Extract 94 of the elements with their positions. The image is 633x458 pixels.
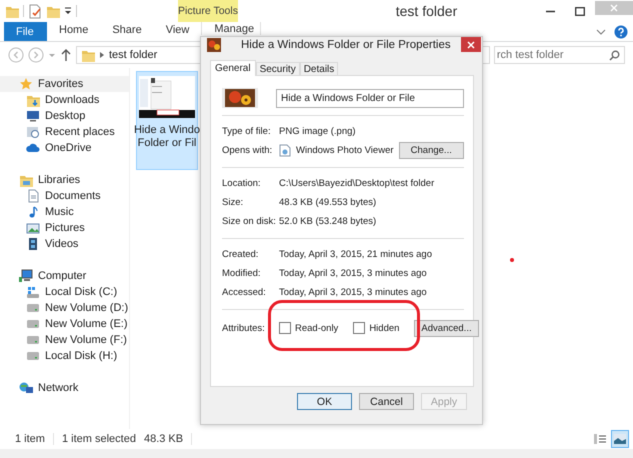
nav-item[interactable]: Pictures: [0, 220, 129, 236]
property-label: Accessed:: [222, 287, 267, 298]
property-label: Size on disk:: [222, 216, 277, 228]
property-label: Size:: [222, 197, 244, 208]
dialog-tab[interactable]: Security: [256, 62, 300, 76]
document-icon: [26, 189, 40, 203]
nav-item[interactable]: New Volume (F:): [0, 332, 129, 348]
properties-icon[interactable]: [28, 4, 42, 18]
nav-item[interactable]: Documents: [0, 188, 129, 204]
property-label: Modified:: [222, 268, 262, 280]
search-field[interactable]: rch test folder: [494, 46, 625, 64]
app-icon: [279, 144, 291, 158]
computer-icon: [19, 269, 33, 283]
chevron-icon[interactable]: [596, 28, 606, 36]
property-value: Windows Photo Viewer: [296, 145, 394, 156]
item-count: 1 item: [15, 433, 45, 445]
property-value: Today, April 3, 2015, 3 minutes ago: [279, 287, 428, 298]
selection-info: 1 item selected: [62, 433, 136, 445]
film-icon: [26, 237, 40, 251]
help-icon[interactable]: [614, 24, 628, 38]
property-label: Opens with:: [222, 145, 274, 156]
caret-icon[interactable]: [64, 6, 72, 16]
property-label: Type of file:: [222, 126, 272, 138]
file-name: Folder or Fil: [136, 137, 198, 150]
nav-item[interactable]: Network: [0, 380, 129, 396]
file-name-field[interactable]: Hide a Windows Folder or File: [276, 88, 464, 108]
dialog-button[interactable]: OK: [297, 393, 352, 410]
dialog-button[interactable]: Cancel: [359, 393, 414, 410]
drive-icon: [26, 333, 40, 347]
ribbon-tab[interactable]: File: [4, 22, 47, 41]
property-label: Attributes:: [222, 322, 266, 334]
dialog-title: Hide a Windows Folder or File Properties: [241, 38, 451, 51]
maximize-icon[interactable]: [575, 6, 585, 16]
monitor-icon: [26, 109, 40, 123]
drive-icon: [26, 301, 40, 315]
ribbon-tab[interactable]: Home: [47, 22, 100, 41]
property-value: PNG image (.png): [279, 126, 357, 138]
property-value: 48.3 KB (49.553 bytes): [279, 197, 378, 208]
nav-item[interactable]: Music: [0, 204, 129, 220]
property-value: Today, April 3, 2015, 21 minutes ago: [279, 249, 433, 260]
close-button[interactable]: [460, 37, 481, 52]
chevron-icon: [99, 51, 105, 59]
image-icon: [26, 221, 40, 235]
nav-item[interactable]: Desktop: [0, 108, 129, 124]
large-icons-view-icon[interactable]: [611, 430, 629, 448]
dialog-tab[interactable]: Details: [300, 62, 338, 76]
clock-folder-icon: [26, 125, 40, 139]
window-title: test folder: [394, 3, 458, 19]
property-label: Location:: [222, 178, 262, 190]
close-icon[interactable]: [466, 40, 475, 48]
drive-icon: [26, 349, 40, 363]
network-icon: [19, 381, 33, 395]
checkbox[interactable]: [279, 322, 291, 334]
change-button[interactable]: Change...: [398, 142, 464, 160]
nav-item[interactable]: Recent places: [0, 124, 129, 140]
dialog-tab[interactable]: General: [210, 60, 256, 76]
advanced-button[interactable]: Advanced...: [414, 320, 479, 337]
flower-image-icon: [207, 38, 221, 52]
drive-icon: [26, 317, 40, 331]
nav-item[interactable]: Favorites: [0, 76, 129, 92]
search-icon[interactable]: [609, 50, 620, 60]
nav-item[interactable]: New Volume (E:): [0, 316, 129, 332]
ribbon-tab[interactable]: Manage: [201, 22, 262, 35]
drive-icon: [26, 285, 40, 299]
nav-item[interactable]: Videos: [0, 236, 129, 252]
property-value: C:\Users\Bayezid\Desktop\test folder: [279, 178, 436, 190]
ribbon-tab[interactable]: View: [154, 22, 202, 41]
checkbox-label[interactable]: Read-only: [295, 322, 338, 334]
checkbox[interactable]: [353, 322, 366, 334]
up-arrow-button[interactable]: [60, 48, 72, 62]
contextual-tab-header: Picture Tools: [178, 0, 238, 22]
property-label: Created:: [222, 249, 260, 260]
image-thumbnail-icon: [222, 88, 258, 108]
folder-icon: [26, 93, 40, 107]
star-icon: [19, 77, 33, 91]
nav-item[interactable]: Local Disk (H:): [0, 348, 129, 364]
ribbon-tab[interactable]: Share: [100, 22, 154, 41]
nav-item[interactable]: Libraries: [0, 172, 129, 188]
property-value: Today, April 3, 2015, 3 minutes ago: [279, 268, 428, 280]
nav-item[interactable]: OneDrive: [0, 140, 129, 156]
file-tile[interactable]: Hide a Windo Folder or Fil: [136, 71, 198, 170]
selection-size: 48.3 KB: [144, 433, 184, 445]
nav-item[interactable]: Computer: [0, 268, 129, 284]
address-path[interactable]: test folder: [109, 49, 158, 61]
nav-item[interactable]: Downloads: [0, 92, 129, 108]
minimize-icon[interactable]: [546, 10, 554, 12]
file-name: Hide a Windo: [134, 124, 200, 137]
property-value: 52.0 KB (53.248 bytes): [279, 216, 378, 228]
nav-item[interactable]: New Volume (D:): [0, 300, 129, 316]
search-placeholder: rch test folder: [496, 49, 564, 61]
library-icon: [19, 173, 33, 187]
checkbox-label[interactable]: Hidden: [369, 322, 400, 334]
cloud-icon: [26, 141, 40, 155]
nav-item[interactable]: Local Disk (C:): [0, 284, 129, 300]
